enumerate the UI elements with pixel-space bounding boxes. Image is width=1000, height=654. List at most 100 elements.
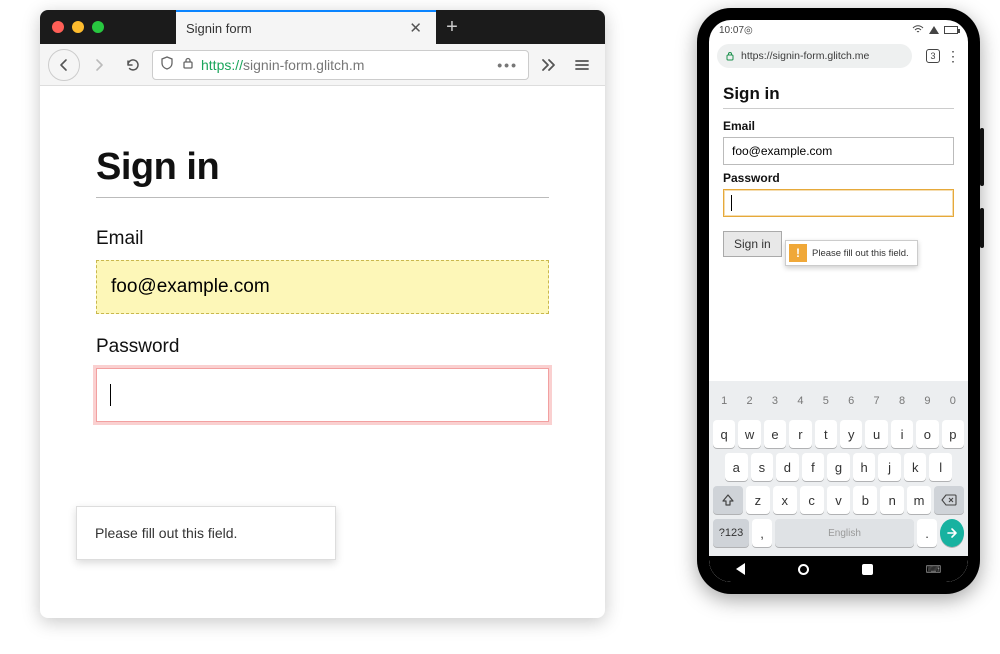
- phone-validation-message: Please fill out this field.: [810, 244, 917, 263]
- keyboard-row-3: zxcvbnm: [713, 486, 964, 514]
- maximize-window-button[interactable]: [92, 21, 104, 33]
- key-i[interactable]: i: [891, 420, 913, 448]
- back-button[interactable]: [48, 49, 80, 81]
- password-input[interactable]: [96, 368, 549, 422]
- key-u[interactable]: u: [865, 420, 887, 448]
- key-d[interactable]: d: [776, 453, 799, 481]
- close-tab-button[interactable]: ✕: [405, 19, 426, 37]
- key-5[interactable]: 5: [815, 387, 837, 415]
- phone-toolbar: https://signin-form.glitch.me 3 ⋮: [709, 40, 968, 72]
- key-6[interactable]: 6: [840, 387, 862, 415]
- battery-icon: [944, 26, 958, 34]
- phone-frame: 10:07 ◎ https://signin-form.glitch.me 3 …: [697, 8, 980, 594]
- key-3[interactable]: 3: [764, 387, 786, 415]
- key-e[interactable]: e: [764, 420, 786, 448]
- reload-button[interactable]: [118, 50, 148, 80]
- arrow-right-icon: [945, 526, 959, 540]
- warning-icon: !: [789, 244, 807, 262]
- email-input[interactable]: [96, 260, 549, 314]
- minimize-window-button[interactable]: [72, 21, 84, 33]
- key-0[interactable]: 0: [942, 387, 964, 415]
- wifi-icon: [912, 25, 924, 35]
- validation-message: Please fill out this field.: [95, 525, 237, 541]
- overflow-button[interactable]: [533, 50, 563, 80]
- nav-recents-button[interactable]: [862, 564, 873, 575]
- page-actions-button[interactable]: •••: [493, 57, 522, 73]
- keyboard-row-2: asdfghjkl: [713, 453, 964, 481]
- phone-address-bar[interactable]: https://signin-form.glitch.me: [717, 44, 912, 68]
- tracking-protection-icon[interactable]: [159, 55, 175, 74]
- page-heading: Sign in: [96, 146, 549, 189]
- password-label: Password: [96, 336, 549, 358]
- status-time: 10:07: [719, 25, 744, 36]
- key-v[interactable]: v: [827, 486, 851, 514]
- nav-home-button[interactable]: [798, 564, 809, 575]
- keyboard-row-1: qwertyuiop: [713, 420, 964, 448]
- key-g[interactable]: g: [827, 453, 850, 481]
- key-4[interactable]: 4: [789, 387, 811, 415]
- browser-toolbar: https://signin-form.glitch.m •••: [40, 44, 605, 86]
- comma-key[interactable]: ,: [752, 519, 772, 547]
- period-key[interactable]: .: [917, 519, 937, 547]
- phone-email-input[interactable]: [723, 137, 954, 165]
- window-controls: [40, 10, 116, 44]
- key-s[interactable]: s: [751, 453, 774, 481]
- desktop-browser-window: Signin form ✕ + https://signin-form.glit…: [40, 10, 605, 618]
- phone-signin-button[interactable]: Sign in: [723, 231, 782, 257]
- key-7[interactable]: 7: [865, 387, 887, 415]
- key-n[interactable]: n: [880, 486, 904, 514]
- key-c[interactable]: c: [800, 486, 824, 514]
- address-bar[interactable]: https://signin-form.glitch.m •••: [152, 50, 529, 80]
- key-o[interactable]: o: [916, 420, 938, 448]
- key-r[interactable]: r: [789, 420, 811, 448]
- new-tab-button[interactable]: +: [436, 10, 468, 44]
- phone-heading-rule: [723, 108, 954, 109]
- phone-validation-tooltip: ! Please fill out this field.: [785, 240, 918, 266]
- phone-page-content: Sign in Email Password Sign in ! Please …: [709, 72, 968, 257]
- key-j[interactable]: j: [878, 453, 901, 481]
- key-m[interactable]: m: [907, 486, 931, 514]
- shift-key[interactable]: [713, 486, 743, 514]
- key-8[interactable]: 8: [891, 387, 913, 415]
- backspace-key[interactable]: [934, 486, 964, 514]
- menu-button[interactable]: [567, 50, 597, 80]
- key-y[interactable]: y: [840, 420, 862, 448]
- space-key[interactable]: English: [775, 519, 914, 547]
- tab-switcher-button[interactable]: 3: [926, 49, 940, 63]
- lock-icon: [725, 51, 735, 61]
- key-x[interactable]: x: [773, 486, 797, 514]
- keyboard-row-4: ?123 , English .: [713, 519, 964, 547]
- phone-page-heading: Sign in: [723, 84, 954, 104]
- lock-icon[interactable]: [181, 56, 195, 73]
- phone-password-input[interactable]: [723, 189, 954, 217]
- key-2[interactable]: 2: [738, 387, 760, 415]
- browser-tab[interactable]: Signin form ✕: [176, 10, 436, 44]
- forward-button[interactable]: [84, 50, 114, 80]
- backspace-icon: [941, 494, 957, 506]
- key-f[interactable]: f: [802, 453, 825, 481]
- key-9[interactable]: 9: [916, 387, 938, 415]
- key-1[interactable]: 1: [713, 387, 735, 415]
- url-text: https://signin-form.glitch.m: [201, 57, 487, 73]
- status-bar: 10:07 ◎: [709, 20, 968, 40]
- key-t[interactable]: t: [815, 420, 837, 448]
- key-l[interactable]: l: [929, 453, 952, 481]
- key-b[interactable]: b: [853, 486, 877, 514]
- key-w[interactable]: w: [738, 420, 760, 448]
- validation-tooltip: Please fill out this field.: [76, 506, 336, 560]
- key-h[interactable]: h: [853, 453, 876, 481]
- key-q[interactable]: q: [713, 420, 735, 448]
- key-z[interactable]: z: [746, 486, 770, 514]
- enter-key[interactable]: [940, 519, 964, 547]
- nav-keyboard-button[interactable]: ⌨: [926, 563, 942, 576]
- phone-email-label: Email: [723, 119, 954, 133]
- key-p[interactable]: p: [942, 420, 964, 448]
- key-a[interactable]: a: [725, 453, 748, 481]
- numeric-key[interactable]: ?123: [713, 519, 749, 547]
- key-k[interactable]: k: [904, 453, 927, 481]
- arrow-right-icon: [91, 57, 107, 73]
- page-content: Sign in Email Password Please fill out t…: [40, 86, 605, 482]
- nav-back-button[interactable]: [736, 563, 745, 575]
- close-window-button[interactable]: [52, 21, 64, 33]
- arrow-left-icon: [56, 57, 72, 73]
